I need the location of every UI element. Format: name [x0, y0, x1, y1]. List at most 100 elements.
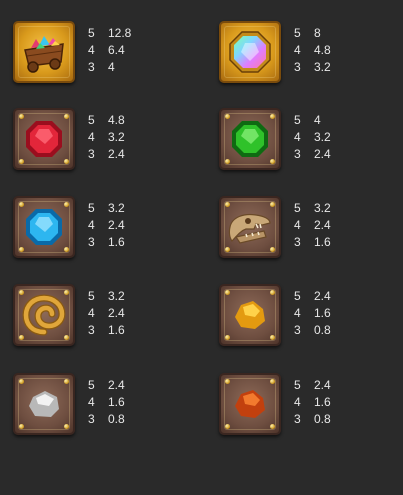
- symbol-tile: [219, 284, 281, 346]
- match-count: 5: [294, 201, 301, 215]
- payout-row: 5 2.4: [294, 288, 331, 305]
- payout-row: 34: [88, 59, 131, 76]
- symbol-tile: [13, 373, 75, 435]
- payout-value: 0.8: [314, 412, 331, 426]
- payout-value: 3.2: [108, 289, 125, 303]
- dinosaur-skull-icon: [228, 213, 271, 244]
- payout-row: 4 3.2: [88, 129, 125, 146]
- payout-row: 3 0.8: [88, 411, 125, 428]
- payout-value: 12.8: [108, 26, 132, 40]
- payout-list: 5 2.4 4 1.6 3 0.8: [294, 288, 331, 339]
- payout-row: 4 1.6: [88, 394, 125, 411]
- rainbow-diamond-icon: [229, 31, 271, 73]
- payout-value: 1.6: [108, 235, 125, 249]
- payout-value: 4.8: [314, 43, 331, 57]
- payout-value: 2.4: [314, 218, 331, 232]
- payout-row: 5 3.2: [88, 288, 125, 305]
- payout-value: 2.4: [314, 289, 331, 303]
- symbol-tile: [13, 21, 75, 83]
- match-count: 5: [88, 378, 95, 392]
- green-gem-icon: [232, 121, 268, 157]
- payout-row: 3 0.8: [294, 411, 331, 428]
- payout-value: 4: [314, 113, 321, 127]
- payout-value: 2.4: [108, 378, 125, 392]
- symbol-tile: [219, 373, 281, 435]
- match-count: 5: [294, 113, 301, 127]
- payout-value: 0.8: [314, 323, 331, 337]
- payout-row: 3 2.4: [294, 146, 331, 163]
- payout-value: 4.8: [108, 113, 125, 127]
- paytable-entry-red-gem: 5 4.8 4 3.2 3 2.4: [13, 108, 203, 174]
- payout-row: 4 2.4: [294, 217, 331, 234]
- match-count: 3: [88, 323, 95, 337]
- match-count: 5: [88, 113, 95, 127]
- payout-value: 3.2: [108, 201, 125, 215]
- payout-value: 1.6: [314, 395, 331, 409]
- match-count: 4: [294, 218, 301, 232]
- silver-nugget-icon: [29, 391, 59, 417]
- payout-list: 5 4.8 4 3.2 3 2.4: [88, 112, 125, 163]
- symbol-tile: [13, 284, 75, 346]
- payout-value: 8: [314, 26, 321, 40]
- match-count: 3: [294, 147, 301, 161]
- payout-list: 5 3.2 4 2.4 3 1.6: [88, 200, 125, 251]
- payout-list: 5 3.2 4 2.4 3 1.6: [88, 288, 125, 339]
- match-count: 3: [294, 235, 301, 249]
- paytable-entry-rainbow-diamond: 58 4 4.8 3 3.2: [219, 21, 403, 87]
- symbol-tile: [219, 108, 281, 170]
- payout-value: 1.6: [108, 323, 125, 337]
- paytable-grid: 5 12.8 4 6.4 34 58 4 4.8 3 3.2 5 4.8 4 3…: [0, 0, 403, 495]
- payout-row: 58: [294, 25, 331, 42]
- payout-row: 4 1.6: [294, 394, 331, 411]
- match-count: 3: [294, 412, 301, 426]
- payout-list: 54 4 3.2 3 2.4: [294, 112, 331, 163]
- payout-row: 5 4.8: [88, 112, 125, 129]
- match-count: 4: [294, 306, 301, 320]
- blue-gem-icon: [26, 209, 62, 245]
- paytable-entry-silver-nugget: 5 2.4 4 1.6 3 0.8: [13, 373, 203, 439]
- payout-row: 3 0.8: [294, 322, 331, 339]
- payout-value: 1.6: [314, 306, 331, 320]
- payout-value: 2.4: [314, 147, 331, 161]
- paytable-entry-blue-gem: 5 3.2 4 2.4 3 1.6: [13, 196, 203, 262]
- match-count: 4: [88, 130, 95, 144]
- payout-row: 5 2.4: [88, 377, 125, 394]
- match-count: 4: [88, 218, 95, 232]
- payout-row: 4 3.2: [294, 129, 331, 146]
- match-count: 4: [88, 43, 95, 57]
- payout-value: 2.4: [108, 147, 125, 161]
- gold-nugget-icon: [235, 301, 265, 329]
- match-count: 5: [294, 378, 301, 392]
- match-count: 4: [294, 130, 301, 144]
- payout-value: 2.4: [108, 306, 125, 320]
- payout-row: 3 1.6: [294, 234, 331, 251]
- paytable-entry-gold-nugget: 5 2.4 4 1.6 3 0.8: [219, 284, 403, 350]
- gem-cart-icon: [24, 36, 64, 73]
- payout-list: 5 3.2 4 2.4 3 1.6: [294, 200, 331, 251]
- payout-row: 5 3.2: [88, 200, 125, 217]
- payout-row: 4 2.4: [88, 305, 125, 322]
- payout-value: 1.6: [314, 235, 331, 249]
- paytable-entry-copper-nugget: 5 2.4 4 1.6 3 0.8: [219, 373, 403, 439]
- match-count: 3: [88, 60, 95, 74]
- payout-row: 3 2.4: [88, 146, 125, 163]
- symbol-tile: [13, 196, 75, 258]
- payout-value: 2.4: [314, 378, 331, 392]
- payout-value: 3.2: [108, 130, 125, 144]
- symbol-tile: [13, 108, 75, 170]
- payout-value: 6.4: [108, 43, 125, 57]
- paytable-entry-ammonite-fossil: 5 3.2 4 2.4 3 1.6: [13, 284, 203, 350]
- symbol-tile: [219, 196, 281, 258]
- payout-list: 5 12.8 4 6.4 34: [88, 25, 131, 76]
- copper-nugget-icon: [235, 390, 265, 418]
- payout-row: 5 3.2: [294, 200, 331, 217]
- payout-value: 3.2: [314, 201, 331, 215]
- payout-row: 4 6.4: [88, 42, 131, 59]
- paytable-entry-dinosaur-skull: 5 3.2 4 2.4 3 1.6: [219, 196, 403, 262]
- match-count: 5: [88, 26, 95, 40]
- match-count: 4: [88, 306, 95, 320]
- payout-value: 1.6: [108, 395, 125, 409]
- payout-list: 5 2.4 4 1.6 3 0.8: [294, 377, 331, 428]
- red-gem-icon: [26, 121, 62, 157]
- payout-row: 3 3.2: [294, 59, 331, 76]
